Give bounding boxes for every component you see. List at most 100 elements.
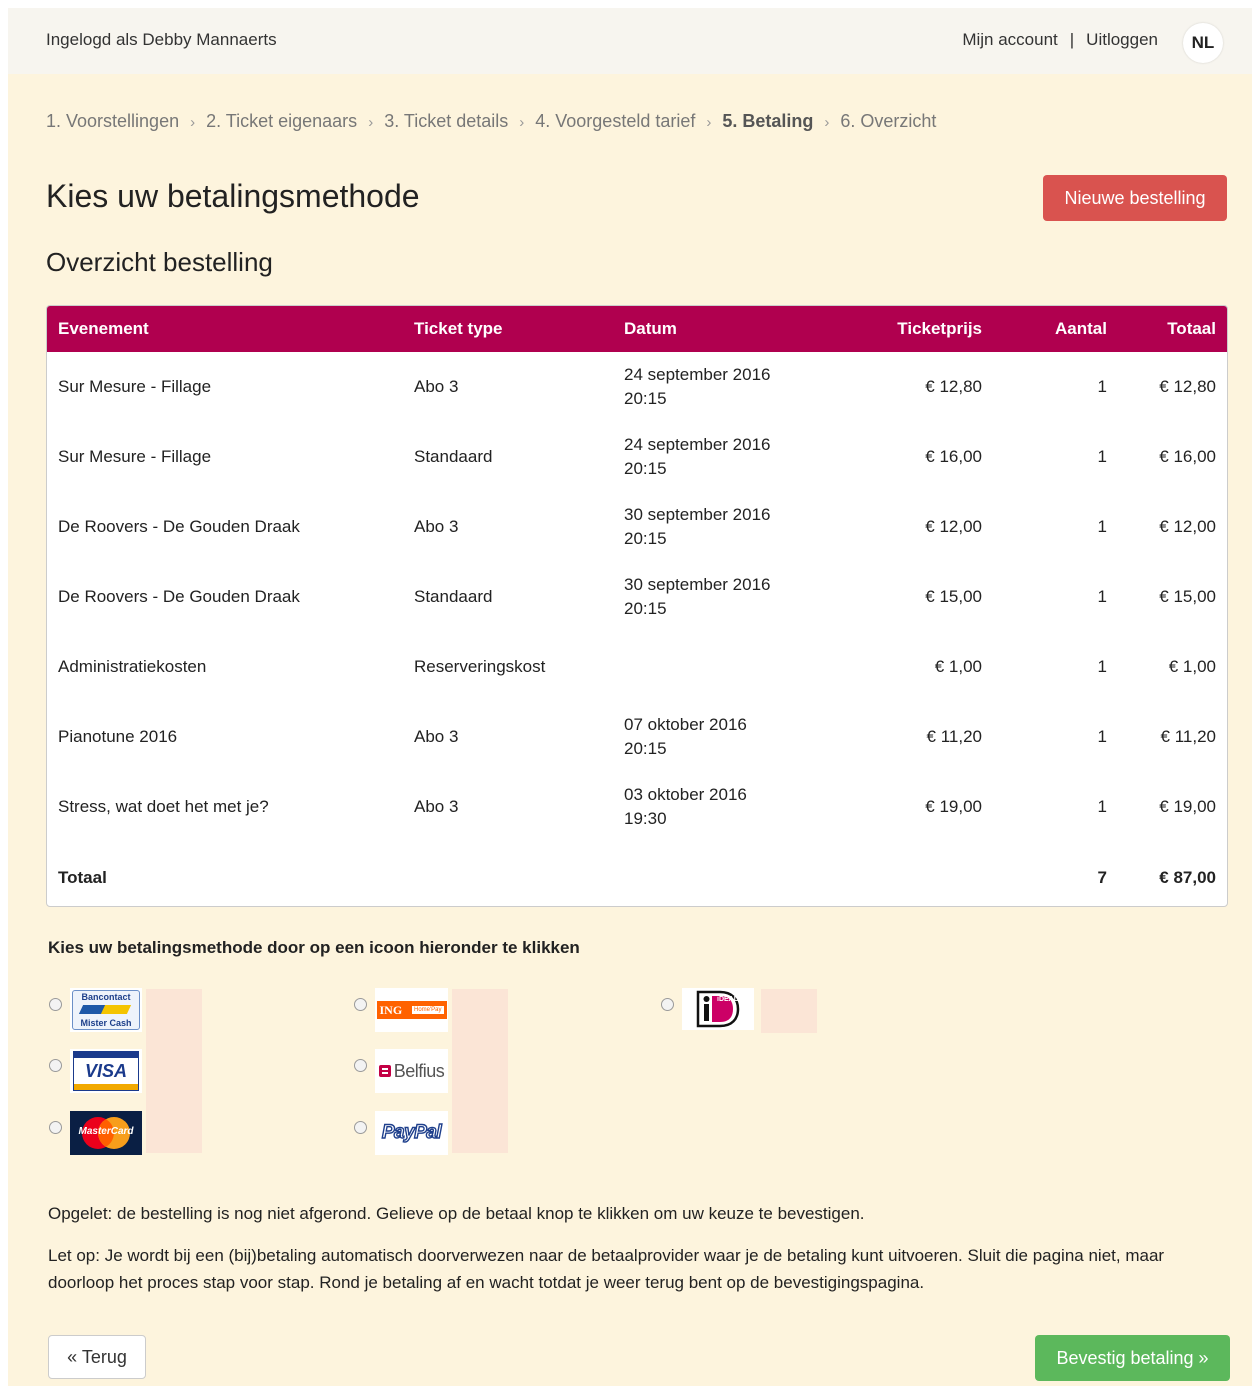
back-button[interactable]: « Terug (48, 1335, 146, 1379)
visa-icon: VISA (73, 1051, 139, 1091)
table-row: Sur Mesure - Fillage Standaard 24 septem… (47, 422, 1227, 492)
total-label: Totaal (58, 868, 107, 887)
visa-bottom-stripe (74, 1084, 138, 1090)
logout-link[interactable]: Uitloggen (1086, 30, 1158, 49)
new-order-button[interactable]: Nieuwe bestelling (1043, 175, 1227, 221)
logged-in-text: Ingelogd als Debby Mannaerts (46, 30, 277, 49)
time-text: 20:15 (624, 599, 667, 618)
cell-price: € 15,00 (925, 587, 982, 606)
total-quantity: 7 (1097, 868, 1107, 887)
step-6: 6. Overzicht (840, 111, 937, 131)
ing-label: ING (379, 1002, 403, 1017)
cell-quantity: 1 (1097, 517, 1107, 536)
cell-price: € 12,00 (925, 517, 982, 536)
cell-price: € 12,80 (925, 377, 982, 396)
mastercard-logo[interactable]: MasterCard (70, 1111, 142, 1155)
cell-total: € 11,20 (1160, 727, 1216, 746)
cell-date (613, 632, 813, 702)
ing-logo[interactable]: ING Home'Pay (375, 988, 448, 1032)
chevron-right-icon: › (824, 114, 830, 131)
my-account-link[interactable]: Mijn account (962, 30, 1057, 49)
col-header-event: Evenement (58, 319, 149, 338)
ideal-label: iDEAL (717, 996, 738, 1003)
bancontact-stripe-yellow (100, 1005, 132, 1014)
cell-price: € 19,00 (925, 797, 982, 816)
cell-total: € 15,00 (1159, 587, 1216, 606)
cell-event: Administratiekosten (58, 657, 207, 676)
cell-ticket-type: Reserveringskost (414, 657, 546, 676)
cell-event: De Roovers - De Gouden Draak (58, 517, 300, 536)
ideal-logo[interactable]: iDEAL (682, 988, 754, 1030)
cell-total: € 19,00 (1159, 797, 1216, 816)
belfius-logo[interactable]: Belfius (375, 1049, 448, 1093)
table-row: De Roovers - De Gouden Draak Standaard 3… (47, 562, 1227, 632)
order-warning: Opgelet: de bestelling is nog niet afger… (48, 1204, 865, 1223)
cell-event: Stress, wat doet het met je? (58, 797, 269, 816)
ing-icon: ING Home'Pay (376, 1001, 447, 1019)
table-row: Sur Mesure - Fillage Abo 3 24 september … (47, 352, 1227, 422)
cell-date: 07 oktober 2016 20:15 (613, 702, 813, 772)
step-5-active: 5. Betaling (722, 111, 814, 131)
confirm-payment-button[interactable]: Bevestig betaling » (1035, 1335, 1230, 1381)
chevron-right-icon: › (190, 114, 196, 131)
date-text: 30 september 2016 (624, 505, 771, 524)
visa-label: VISA (84, 1061, 127, 1081)
cell-quantity: 1 (1097, 727, 1107, 746)
time-text: 20:15 (624, 389, 667, 408)
cell-price: € 1,00 (934, 657, 982, 676)
time-text: 19:30 (624, 809, 667, 828)
order-table: Evenement Ticket type Datum Ticketprijs … (46, 305, 1228, 907)
belfius-icon (378, 1065, 391, 1077)
cell-price: € 11,20 (926, 727, 982, 746)
cell-total: € 12,00 (1159, 517, 1216, 536)
cell-quantity: 1 (1097, 447, 1107, 466)
cell-ticket-type: Abo 3 (414, 377, 459, 396)
cell-total: € 12,80 (1159, 377, 1216, 396)
time-text: 20:15 (624, 459, 667, 478)
payment-column-bg (146, 989, 202, 1153)
radio-paypal[interactable] (354, 1121, 367, 1134)
bancontact-logo[interactable]: Bancontact Mister Cash (70, 988, 142, 1032)
cell-quantity: 1 (1097, 797, 1107, 816)
belfius-label: Belfius (393, 1060, 445, 1081)
col-header-price: Ticketprijs (897, 319, 982, 338)
homepay-label: Home'Pay (412, 1006, 444, 1014)
chevron-right-icon: › (706, 114, 712, 131)
radio-bancontact[interactable] (49, 998, 62, 1011)
table-row: Pianotune 2016 Abo 3 07 oktober 2016 20:1… (47, 702, 1227, 772)
time-text: 20:15 (624, 739, 667, 758)
date-text: 24 september 2016 (624, 435, 771, 454)
radio-ideal[interactable] (661, 998, 674, 1011)
cell-ticket-type: Abo 3 (414, 727, 459, 746)
checkout-steps: 1. Voorstellingen › 2. Ticket eigenaars › 3.… (46, 111, 936, 132)
paypal-logo[interactable]: PayPal (375, 1111, 448, 1155)
page: Ingelogd als Debby Mannaerts Mijn accoun… (8, 8, 1252, 1386)
cell-total: € 16,00 (1159, 447, 1216, 466)
cell-event: Pianotune 2016 (58, 727, 178, 746)
redirect-info: Let op: Je wordt bij een (bij)betaling a… (48, 1246, 1165, 1292)
col-header-quantity: Aantal (1055, 319, 1107, 338)
radio-mastercard[interactable] (49, 1121, 62, 1134)
col-header-ticket-type: Ticket type (414, 319, 503, 338)
language-button[interactable]: NL (1183, 23, 1223, 63)
cell-ticket-type: Standaard (414, 587, 493, 606)
nav-separator: | (1069, 30, 1075, 49)
bancontact-icon: Bancontact Mister Cash (72, 990, 140, 1030)
radio-ing[interactable] (354, 998, 367, 1011)
visa-logo[interactable]: VISA (70, 1049, 142, 1093)
top-bar: Ingelogd als Debby Mannaerts Mijn accoun… (8, 8, 1252, 74)
cell-total: € 1,00 (1168, 657, 1216, 676)
cell-ticket-type: Standaard (414, 447, 493, 466)
payment-column-bg (761, 989, 817, 1033)
visa-top-stripe (74, 1052, 138, 1058)
radio-visa[interactable] (49, 1059, 62, 1072)
step-1: 1. Voorstellingen (46, 111, 180, 131)
cell-event: Sur Mesure - Fillage (58, 377, 212, 396)
step-3: 3. Ticket details (384, 111, 509, 131)
date-text: 03 oktober 2016 (624, 785, 747, 804)
cell-date: 30 september 2016 20:15 (613, 492, 813, 562)
total-row: Totaal 7 € 87,00 (47, 842, 1227, 906)
payment-column-bg (452, 989, 508, 1153)
radio-belfius[interactable] (354, 1059, 367, 1072)
grand-total: € 87,00 (1159, 868, 1216, 887)
